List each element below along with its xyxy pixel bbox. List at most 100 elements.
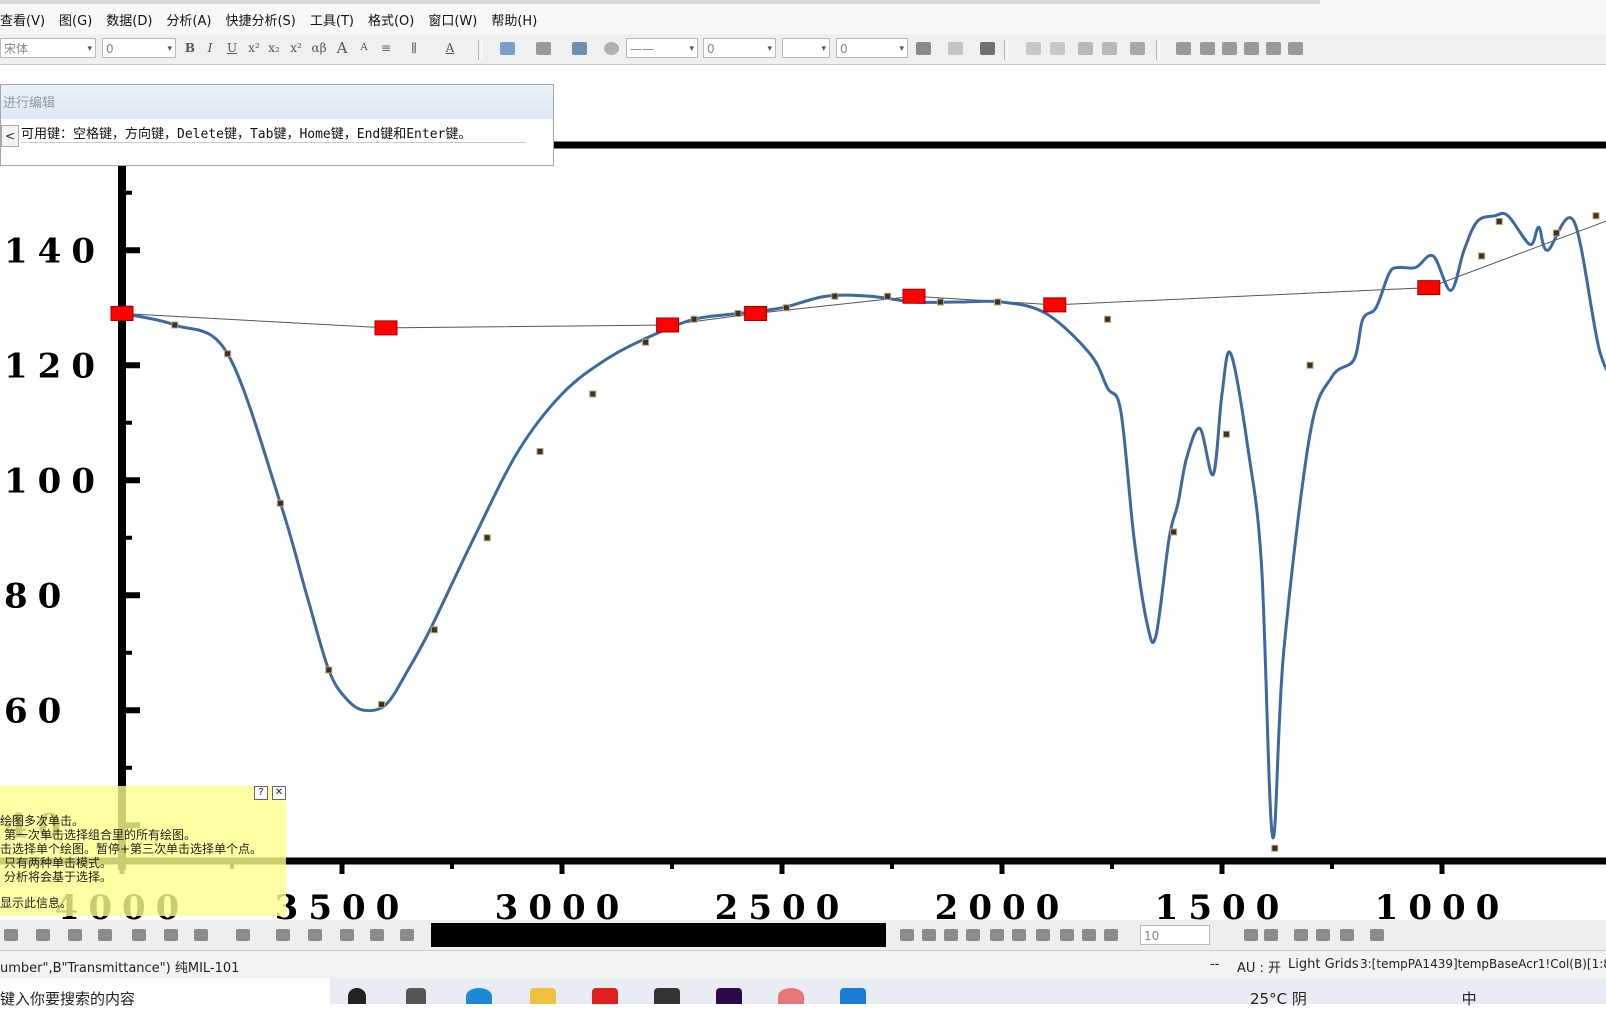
ime-indicator[interactable]: 中: [1462, 990, 1477, 1008]
pie-chart-icon[interactable]: [132, 929, 146, 941]
menu-item[interactable]: 查看(V): [0, 10, 52, 29]
menu-item[interactable]: 窗口(W): [421, 10, 484, 29]
font-name-combo[interactable]: 宋体: [0, 38, 96, 59]
menu-item[interactable]: 图(G): [52, 10, 99, 29]
data-point-marker[interactable]: [1306, 361, 1314, 369]
ternary-icon[interactable]: [370, 929, 384, 941]
anchor-point[interactable]: [110, 306, 134, 321]
lock-icon[interactable]: [1130, 42, 1145, 55]
scatter-icon[interactable]: [36, 929, 50, 941]
search-icon[interactable]: [348, 988, 366, 1004]
brush-icon[interactable]: [1200, 42, 1215, 55]
back-icon[interactable]: [1104, 929, 1118, 941]
premiere-icon[interactable]: [716, 988, 742, 1004]
data-point-marker[interactable]: [276, 499, 284, 507]
data-point-marker[interactable]: [224, 350, 232, 358]
resize-icon[interactable]: [1340, 929, 1354, 941]
taskbar-search[interactable]: 键入你要搜索的内容: [0, 978, 330, 1008]
template-icon[interactable]: [236, 929, 250, 941]
symbol-icon[interactable]: [604, 42, 619, 55]
data-point-marker[interactable]: [994, 298, 1002, 306]
menu-item[interactable]: 格式(O): [361, 10, 421, 29]
data-point-marker[interactable]: [1478, 252, 1486, 260]
anchor-point[interactable]: [744, 306, 768, 321]
data-point-marker[interactable]: [378, 701, 386, 708]
youdao-icon[interactable]: [592, 988, 618, 1004]
menu-item[interactable]: 数据(D): [99, 10, 159, 29]
series-line[interactable]: [121, 211, 1606, 840]
hatch-icon[interactable]: [916, 42, 931, 55]
book-add-icon[interactable]: [1264, 929, 1278, 941]
ungroup-icon[interactable]: [1060, 929, 1074, 941]
mask-icon[interactable]: [1026, 42, 1041, 55]
distribute-v-icon[interactable]: [1012, 929, 1026, 941]
align-right-icon[interactable]: [922, 929, 936, 941]
data-point-marker[interactable]: [171, 321, 179, 329]
remove-icon[interactable]: [1288, 42, 1303, 55]
data-point-marker[interactable]: [483, 534, 491, 542]
data-point-marker[interactable]: [536, 448, 544, 455]
back-button[interactable]: <: [1, 125, 19, 147]
superscript-icon[interactable]: x²: [246, 40, 262, 56]
data-point-marker[interactable]: [325, 666, 333, 674]
tooltip-close-button[interactable]: ✕: [272, 786, 286, 800]
fill-color-icon[interactable]: [500, 42, 515, 55]
column-icon[interactable]: ⫼: [406, 40, 422, 56]
data-markers[interactable]: [171, 212, 1600, 852]
matrix-icon[interactable]: [340, 929, 354, 941]
photos-icon[interactable]: [840, 988, 866, 1004]
distribute-icon[interactable]: [990, 929, 1004, 941]
underline-button[interactable]: U: [224, 40, 240, 56]
book-icon[interactable]: [1244, 929, 1258, 941]
line-color-icon[interactable]: [572, 42, 587, 55]
decrease-font-icon[interactable]: A: [356, 40, 372, 56]
area-chart-icon[interactable]: [98, 929, 112, 941]
menu-item[interactable]: 快捷分析(S): [218, 10, 302, 29]
italic-button[interactable]: I: [202, 40, 218, 56]
zoom-combo[interactable]: 10: [1140, 925, 1210, 945]
box-chart-icon[interactable]: [164, 929, 178, 941]
bold-button[interactable]: B: [182, 40, 198, 56]
data-point-marker[interactable]: [1170, 528, 1178, 536]
polar-icon[interactable]: [400, 929, 414, 941]
data-point-marker[interactable]: [642, 338, 650, 346]
anchor-point[interactable]: [1043, 297, 1067, 313]
font-color-icon[interactable]: A: [442, 40, 458, 56]
line-width-combo[interactable]: 0: [703, 38, 776, 59]
align-top-icon[interactable]: [944, 929, 958, 941]
contour-icon[interactable]: [308, 929, 322, 941]
unmask-icon[interactable]: [1050, 42, 1065, 55]
arrange-icon[interactable]: [1316, 929, 1330, 941]
3d-chart-icon[interactable]: [194, 929, 208, 941]
super-sub-icon[interactable]: x²: [288, 40, 304, 56]
spectrum-curve[interactable]: [121, 211, 1606, 840]
store-icon[interactable]: [654, 988, 680, 1004]
surface-icon[interactable]: [276, 929, 290, 941]
data-point-marker[interactable]: [1592, 212, 1600, 220]
data-point-marker[interactable]: [430, 626, 438, 634]
link-icon[interactable]: [1222, 42, 1237, 55]
data-point-marker[interactable]: [936, 298, 944, 306]
data-point-marker[interactable]: [1104, 315, 1112, 323]
column-chart-icon[interactable]: [68, 929, 82, 941]
layer-manage-icon[interactable]: [1294, 929, 1308, 941]
align-bottom-icon[interactable]: [966, 929, 980, 941]
task-view-icon[interactable]: [406, 988, 426, 1004]
grid-icon[interactable]: [948, 42, 963, 55]
data-point-marker[interactable]: [1222, 430, 1230, 438]
group-icon[interactable]: [1036, 929, 1050, 941]
greek-button[interactable]: αβ: [308, 40, 330, 56]
increase-font-icon[interactable]: A: [334, 40, 350, 56]
font-size-combo[interactable]: 0: [102, 38, 176, 59]
data-point-marker[interactable]: [1552, 229, 1560, 237]
data-point-marker[interactable]: [1271, 844, 1279, 852]
anchor-point[interactable]: [374, 320, 398, 336]
origin-icon[interactable]: [778, 988, 804, 1004]
data-point-marker[interactable]: [831, 292, 839, 300]
subscript-icon[interactable]: x₂: [266, 40, 282, 56]
anchor-point[interactable]: [902, 288, 926, 304]
settings-icon[interactable]: [1244, 42, 1259, 55]
folder-icon[interactable]: [530, 988, 556, 1004]
line-style-combo[interactable]: ——: [626, 38, 698, 59]
menu-item[interactable]: 帮助(H): [484, 10, 544, 29]
